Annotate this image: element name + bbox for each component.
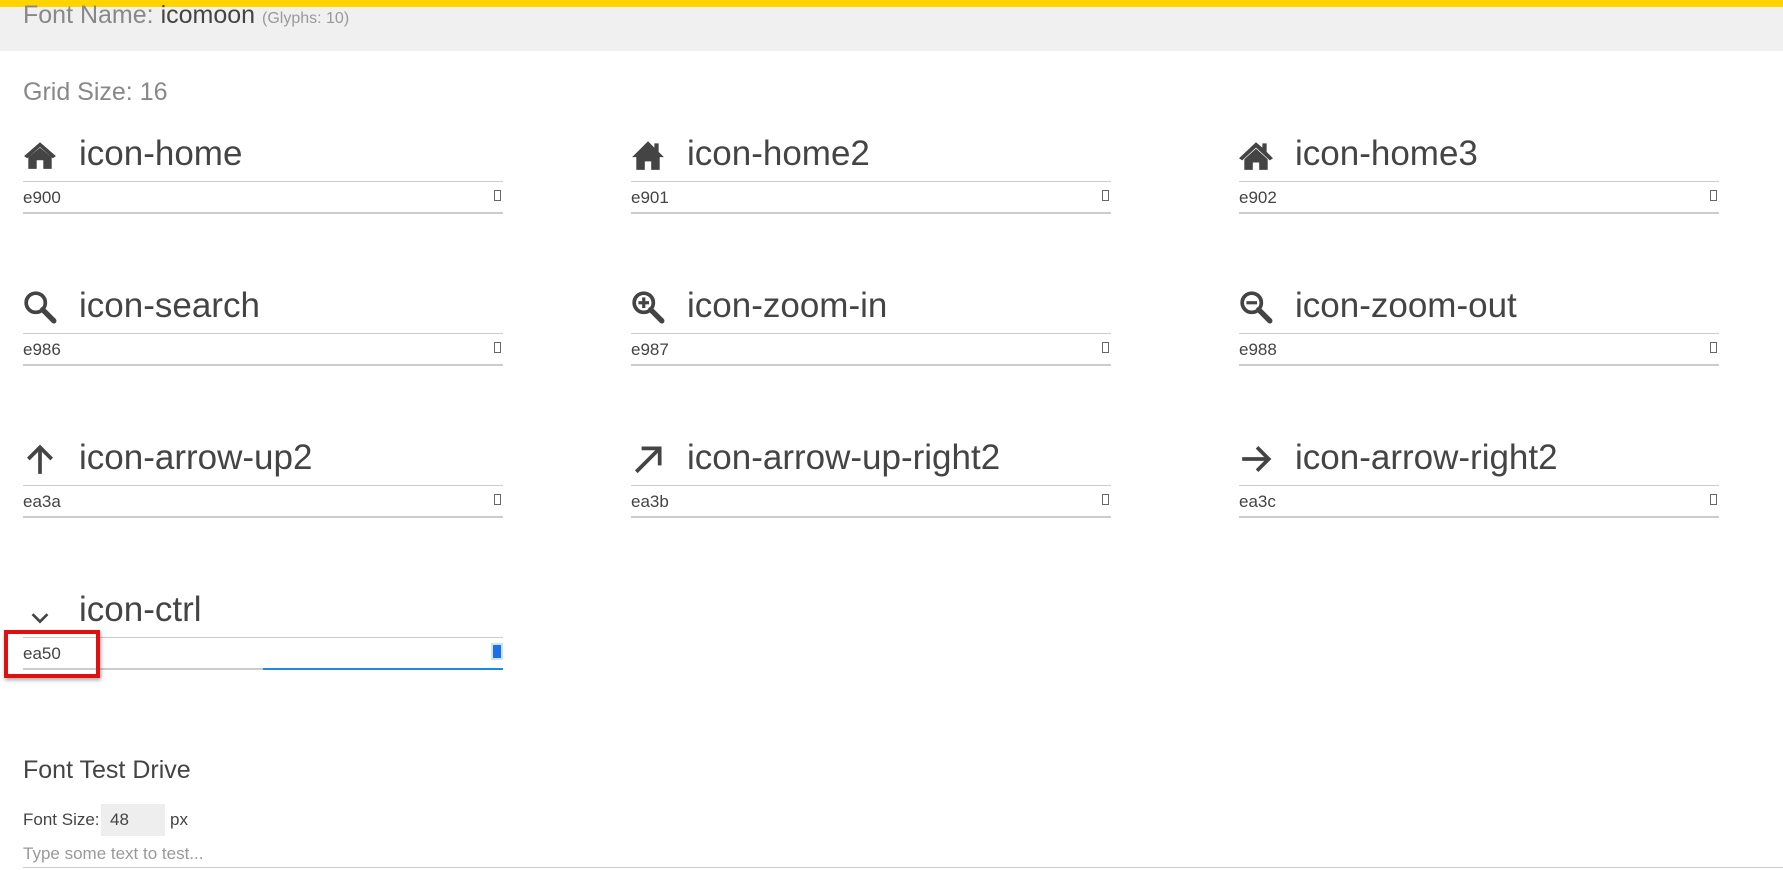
glyph-char-preview-selected[interactable] xyxy=(491,643,503,660)
glyph-code-field[interactable]: ea3c xyxy=(1239,485,1719,518)
glyph-item: icon-home2 e901 xyxy=(631,132,1111,222)
glyph-code-field[interactable]: e987 xyxy=(631,333,1111,366)
glyph-code[interactable]: ea3b xyxy=(631,492,669,512)
glyph-code-field[interactable]: ea3b xyxy=(631,485,1111,518)
glyph-code-field[interactable]: ea3a xyxy=(23,485,503,518)
glyph-char-preview[interactable] xyxy=(1710,494,1717,505)
font-size-unit: px xyxy=(170,810,188,829)
glyph-item: icon-search e986 xyxy=(23,284,503,374)
glyph-code[interactable]: e900 xyxy=(23,188,61,208)
glyph-item: icon-home e900 xyxy=(23,132,503,222)
font-header: Font Name: icomoon (Glyphs: 10) xyxy=(0,1,1783,51)
zoom-out-icon xyxy=(1239,290,1273,324)
glyph-name[interactable]: icon-arrow-up2 xyxy=(79,436,312,480)
glyph-count: (Glyphs: 10) xyxy=(262,10,350,27)
highlight-box xyxy=(4,630,100,678)
home2-icon xyxy=(631,138,665,172)
glyph-code-field[interactable]: e986 xyxy=(23,333,503,366)
font-name: Font Name: icomoon (Glyphs: 10) xyxy=(23,1,349,30)
glyph-code[interactable]: ea3a xyxy=(23,492,61,512)
glyph-code-field[interactable]: e988 xyxy=(1239,333,1719,366)
glyph-name[interactable]: icon-arrow-up-right2 xyxy=(687,436,1000,480)
glyph-char-preview[interactable] xyxy=(494,494,501,505)
glyph-name[interactable]: icon-ctrl xyxy=(79,588,202,632)
glyph-item: icon-zoom-out e988 xyxy=(1239,284,1719,374)
search-icon xyxy=(23,290,57,324)
glyph-item: icon-arrow-right2 ea3c xyxy=(1239,436,1719,526)
glyph-item: icon-arrow-up2 ea3a xyxy=(23,436,503,526)
glyph-code[interactable]: ea3c xyxy=(1239,492,1276,512)
glyph-item: icon-zoom-in e987 xyxy=(631,284,1111,374)
ctrl-chevron-icon xyxy=(23,594,57,628)
glyph-name[interactable]: icon-zoom-out xyxy=(1295,284,1517,328)
glyph-char-preview[interactable] xyxy=(1710,342,1717,353)
active-underline xyxy=(263,668,503,670)
arrow-up-right-icon xyxy=(631,442,665,476)
font-name-label: Font Name: xyxy=(23,1,154,29)
glyph-code[interactable]: e988 xyxy=(1239,340,1277,360)
glyph-code[interactable]: e901 xyxy=(631,188,669,208)
home-icon xyxy=(23,138,57,172)
test-text-input[interactable] xyxy=(23,840,1783,868)
glyph-name[interactable]: icon-home2 xyxy=(687,132,870,176)
glyph-name[interactable]: icon-zoom-in xyxy=(687,284,887,328)
glyph-code-field[interactable]: e901 xyxy=(631,181,1111,214)
glyph-char-preview[interactable] xyxy=(1710,190,1717,201)
glyph-item: icon-home3 e902 xyxy=(1239,132,1719,222)
glyph-char-preview[interactable] xyxy=(1102,494,1109,505)
home3-icon xyxy=(1239,138,1273,172)
arrow-right-icon xyxy=(1239,442,1273,476)
glyph-char-preview[interactable] xyxy=(1102,342,1109,353)
arrow-up-icon xyxy=(23,442,57,476)
glyph-item: icon-arrow-up-right2 ea3b xyxy=(631,436,1111,526)
glyph-name[interactable]: icon-search xyxy=(79,284,260,328)
font-size-input[interactable] xyxy=(101,804,165,836)
glyph-name[interactable]: icon-home xyxy=(79,132,242,176)
glyph-code[interactable]: e902 xyxy=(1239,188,1277,208)
glyph-char-preview[interactable] xyxy=(494,190,501,201)
glyph-code-field[interactable]: e902 xyxy=(1239,181,1719,214)
grid-size: Grid Size: 16 xyxy=(23,78,168,106)
glyph-code[interactable]: e987 xyxy=(631,340,669,360)
test-drive-title: Font Test Drive xyxy=(23,756,191,784)
font-size-label: Font Size: xyxy=(23,810,100,829)
font-name-value[interactable]: icomoon xyxy=(161,1,256,29)
glyph-char-preview[interactable] xyxy=(1102,190,1109,201)
glyph-name[interactable]: icon-home3 xyxy=(1295,132,1478,176)
glyph-name[interactable]: icon-arrow-right2 xyxy=(1295,436,1558,480)
glyph-char-preview[interactable] xyxy=(494,342,501,353)
zoom-in-icon xyxy=(631,290,665,324)
glyph-code[interactable]: e986 xyxy=(23,340,61,360)
glyph-code-field[interactable]: e900 xyxy=(23,181,503,214)
